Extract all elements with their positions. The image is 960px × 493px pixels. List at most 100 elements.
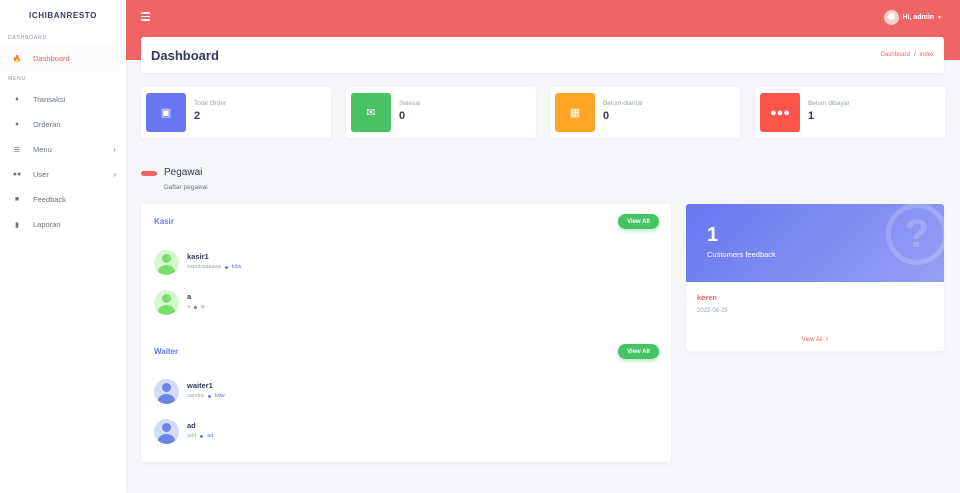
page-title: Dashboard: [151, 47, 219, 63]
hamburger-icon[interactable]: [141, 12, 150, 21]
person-meta: saputraaaaaa kdw: [187, 264, 241, 270]
sidebar-item-label: Feedback: [33, 195, 66, 204]
breadcrumb-index: index: [919, 52, 934, 58]
person-location: kdw: [214, 393, 225, 399]
waiter-view-all-button[interactable]: View All: [618, 344, 659, 359]
list-item[interactable]: waiter1 candra kdw: [154, 379, 454, 405]
dot-separator: [200, 434, 204, 438]
person-meta: candra kdw: [187, 393, 225, 399]
breadcrumb-separator: /: [913, 52, 916, 58]
sidebar-item-feedback[interactable]: ■ Feedback: [0, 187, 126, 212]
sidebar: ICHIBANRESTO DASHBOARD 🔥 Dashboard MENU …: [0, 0, 126, 493]
sidebar-item-label: Laporan: [33, 220, 61, 229]
person-name: waiter1: [187, 381, 213, 390]
list-item[interactable]: a a a: [154, 290, 454, 316]
stat-label: Belum dibayar: [808, 100, 850, 107]
chevron-right-icon: ›: [113, 145, 116, 154]
avatar: [154, 419, 179, 444]
person-name: a: [187, 292, 192, 301]
sidebar-item-label: User: [33, 170, 49, 179]
caret-down-icon: ▼: [937, 14, 942, 21]
stat-value: 0: [399, 110, 406, 122]
breadcrumb: Dashboard / index: [881, 52, 934, 58]
person-email: add: [187, 433, 197, 439]
tag-icon: ♦: [15, 96, 19, 103]
person-meta: a a: [187, 304, 204, 310]
tag-icon: ♦: [15, 121, 19, 128]
feedback-view-all-label: View All: [801, 337, 823, 343]
sidebar-item-orderan[interactable]: ♦ Orderan: [0, 112, 126, 137]
stat-card-belum-dibayar: ●●● Belum dibayar 1: [755, 87, 945, 138]
stat-label: Total Order: [194, 100, 227, 107]
sidebar-item-transaksi[interactable]: ♦ Transaksi: [0, 87, 126, 112]
person-email: candra: [187, 393, 204, 399]
sidebar-item-label: Orderan: [33, 120, 61, 129]
sidebar-item-dashboard[interactable]: 🔥 Dashboard: [0, 46, 126, 71]
group-title-waiter: Waiter: [154, 347, 179, 356]
menu-header-menu: MENU: [8, 76, 26, 82]
user-greeting: Hi, admin: [902, 14, 935, 21]
avatar: [154, 290, 179, 315]
stat-value: 2: [194, 110, 201, 122]
stat-card-belum-diantar: ▦ Belum diantar 0: [550, 87, 740, 138]
sidebar-item-menu[interactable]: ☰ Menu ›: [0, 137, 126, 162]
sidebar-item-label: Menu: [33, 145, 52, 154]
stat-value: 1: [808, 110, 815, 122]
briefcase-icon: ■: [14, 196, 20, 203]
sidebar-item-user[interactable]: ●● User ›: [0, 162, 126, 187]
chevron-right-icon: ›: [113, 170, 116, 179]
pegawai-subtitle: Daftar pegawai: [164, 184, 208, 191]
list-icon: ☰: [13, 146, 21, 154]
staff-card: Kasir View All kasir1 saputraaaaaa kdw a…: [141, 204, 671, 462]
feedback-card: 1 Customers feedback ? keren 2022-08-25 …: [686, 204, 944, 351]
list-item[interactable]: ad add ad: [154, 419, 454, 445]
avatar: [154, 379, 179, 404]
feedback-view-all-link[interactable]: View All ›: [686, 334, 944, 343]
dot-separator: [224, 265, 228, 269]
sidebar-item-laporan[interactable]: ▮ Laporan: [0, 212, 126, 237]
stat-label: Belum diantar: [603, 100, 644, 107]
person-location: kdw: [231, 264, 242, 270]
person-meta: add ad: [187, 433, 213, 439]
feedback-count: 1: [707, 224, 719, 246]
menu-header-dashboard: DASHBOARD: [8, 35, 47, 41]
brand-logo[interactable]: ICHIBANRESTO: [0, 0, 126, 30]
users-icon: ●●●: [760, 93, 800, 132]
person-email: a: [187, 304, 191, 310]
stat-card-selesai: ✉ Selesai 0: [346, 87, 536, 138]
avatar: [154, 250, 179, 275]
stat-value: 0: [603, 110, 610, 122]
person-location: ad: [207, 433, 214, 439]
fire-icon: 🔥: [12, 55, 22, 63]
section-accent-bar: [141, 171, 157, 176]
stat-card-total-order: ▣ Total Order 2: [141, 87, 331, 138]
sidebar-item-label: Transaksi: [33, 95, 66, 104]
pegawai-title: Pegawai: [164, 167, 203, 178]
file-icon: ▮: [15, 221, 19, 229]
chevron-right-icon: ›: [825, 334, 829, 343]
feedback-label: Customers feedback: [707, 250, 776, 259]
breadcrumb-dashboard[interactable]: Dashboard: [881, 52, 910, 58]
stat-label: Selesai: [399, 100, 421, 107]
person-location: a: [201, 304, 205, 310]
feedback-hero: 1 Customers feedback ?: [686, 204, 944, 282]
feedback-latest-date: 2022-08-25: [697, 308, 728, 314]
kasir-view-all-button[interactable]: View All: [618, 214, 659, 229]
envelope-icon: ✉: [351, 93, 391, 132]
group-title-kasir: Kasir: [154, 217, 175, 226]
archive-icon: ▣: [146, 93, 186, 132]
feedback-latest-title[interactable]: keren: [697, 293, 717, 302]
question-circle-icon: ?: [886, 204, 944, 265]
person-name: ad: [187, 421, 196, 430]
list-item[interactable]: kasir1 saputraaaaaa kdw: [154, 250, 454, 276]
section-header: Dashboard Dashboard / index: [141, 37, 944, 73]
box-icon: ▦: [555, 93, 595, 132]
user-menu[interactable]: Hi, admin ▼: [883, 10, 942, 25]
dot-separator: [207, 394, 211, 398]
person-email: saputraaaaaa: [187, 264, 221, 270]
person-name: kasir1: [187, 252, 209, 261]
users-icon: ●●: [12, 171, 22, 178]
avatar: [883, 10, 899, 25]
sidebar-item-label: Dashboard: [33, 54, 70, 63]
dot-separator: [194, 305, 198, 309]
